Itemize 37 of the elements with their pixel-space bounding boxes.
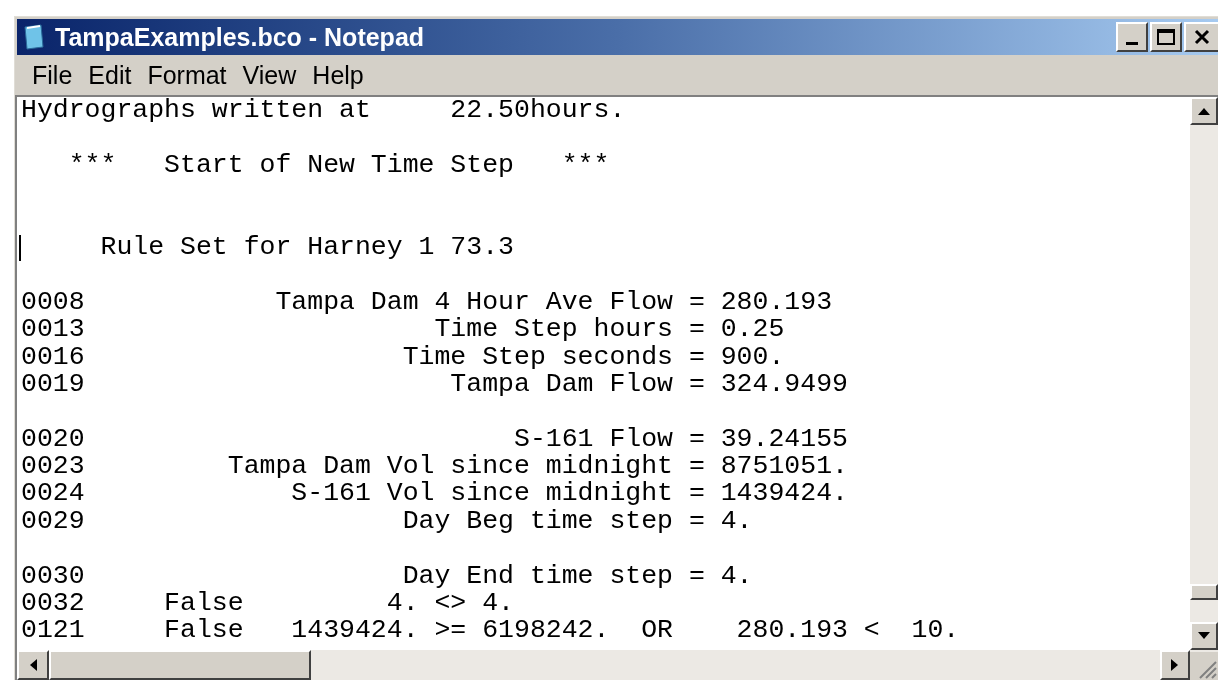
text-line: 0024 S-161 Vol since midnight = 1439424.: [21, 480, 848, 508]
notepad-icon: [21, 23, 47, 51]
scroll-thumb[interactable]: [49, 650, 311, 680]
text-line: 0016 Time Step seconds = 900.: [21, 343, 785, 371]
scroll-up-button[interactable]: [1190, 97, 1218, 125]
text-line: *** Start of New Time Step ***: [67, 151, 610, 180]
menu-item[interactable]: Help: [305, 62, 371, 88]
text-line: 0008 Tampa Dam 4 Hour Ave Flow = 280.193: [21, 288, 833, 317]
scroll-left-button[interactable]: [17, 650, 49, 680]
size-grip-icon[interactable]: [1190, 652, 1218, 680]
window-title: TampaExamples.bco - Notepad: [55, 24, 425, 50]
text-line: 0019 Tampa Dam Flow = 324.9499: [21, 370, 848, 399]
minimize-button[interactable]: [1116, 22, 1148, 52]
close-button[interactable]: [1184, 22, 1218, 52]
vertical-scrollbar[interactable]: [1190, 97, 1218, 650]
text-line: 0032 False 4. <> 4.: [21, 590, 514, 618]
scroll-thumb[interactable]: [1190, 584, 1218, 600]
down-arrow-icon: [1198, 632, 1210, 640]
scroll-down-button[interactable]: [1190, 622, 1218, 650]
text-line: Rule Set for Harney 1 73.3: [99, 233, 514, 262]
text-line: 0023 Tampa Dam Vol since midnight = 8751051.: [21, 453, 848, 481]
text-line: Hydrographs written at 22.50hours.: [21, 97, 626, 125]
menu-item[interactable]: File: [25, 62, 80, 88]
maximize-button[interactable]: [1150, 22, 1182, 52]
menu-item[interactable]: View: [235, 62, 304, 88]
text-line: 0121 False 1439424. >= 6198242. OR 280.193 < 10.: [21, 617, 960, 645]
text-line: 0030 Day End time step = 4.: [21, 562, 753, 591]
up-arrow-icon: [1198, 107, 1210, 115]
scroll-right-button[interactable]: [1160, 650, 1190, 680]
close-icon: [1194, 29, 1210, 45]
text-line: 0013 Time Step hours = 0.25: [21, 316, 785, 344]
left-arrow-icon: [29, 659, 37, 671]
text-line: 0029 Day Beg time step = 4.: [21, 507, 753, 536]
menu-item[interactable]: Format: [140, 62, 234, 88]
menu-item[interactable]: Edit: [81, 62, 139, 88]
right-arrow-icon: [1171, 659, 1179, 671]
text-line: 0020 S-161 Flow = 39.24155: [21, 425, 848, 454]
